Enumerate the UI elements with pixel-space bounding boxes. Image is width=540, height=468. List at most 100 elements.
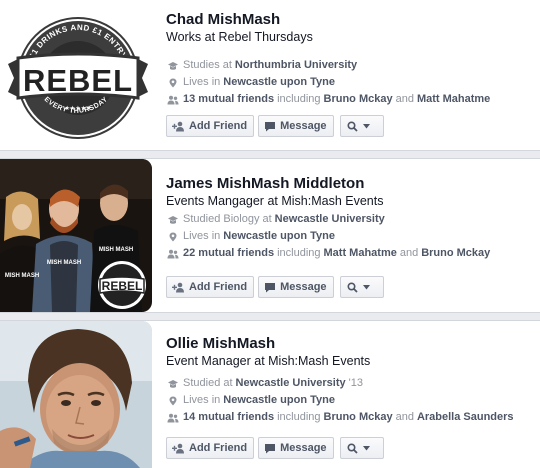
- card-actions: Add Friend Message: [166, 437, 384, 459]
- lives-prefix: Lives in: [183, 230, 221, 242]
- search-options-dropdown[interactable]: [339, 115, 384, 137]
- mutual-and: and: [399, 247, 419, 259]
- search-icon: [347, 120, 358, 132]
- education-place[interactable]: Northumbria University: [235, 59, 357, 71]
- mutual-friend-link[interactable]: Matt Mahatme: [324, 247, 397, 259]
- graduation-cap-icon: [168, 61, 178, 70]
- lives-place[interactable]: Newcastle upon Tyne: [223, 76, 335, 88]
- mutual-friends-fact: 22 mutual friends including Matt Mahatme an…: [166, 245, 536, 262]
- search-options-dropdown[interactable]: [339, 276, 384, 298]
- lives-prefix: Lives in: [183, 394, 221, 406]
- card-actions: Add Friend Message: [166, 276, 384, 298]
- mutual-friend-link[interactable]: Arabella Saunders: [417, 411, 514, 423]
- search-icon: [347, 442, 358, 454]
- education-prefix: Studied at: [183, 377, 233, 389]
- education-fact: Studies at Northumbria University: [166, 57, 536, 74]
- person-name[interactable]: Ollie MishMash: [166, 334, 536, 353]
- person-card: £1 DRINKS AND £1 ENTRY EVERY THURSDAY RE…: [0, 0, 540, 150]
- mutual-friends-fact: 14 mutual friends including Bruno Mckay and…: [166, 409, 536, 426]
- message-button[interactable]: Message: [258, 276, 334, 298]
- shirt-text: MISH MASH: [47, 260, 81, 266]
- lives-place[interactable]: Newcastle upon Tyne: [223, 230, 335, 242]
- person-info: Chad MishMash Works at Rebel Thursdays S…: [166, 10, 536, 108]
- lives-fact: Lives in Newcastle upon Tyne: [166, 74, 536, 91]
- person-work: Works at Rebel Thursdays: [166, 30, 313, 44]
- add-friend-button[interactable]: Add Friend: [166, 437, 255, 459]
- mutual-friend-link[interactable]: Bruno Mckay: [421, 247, 490, 259]
- person-card: MISH MASH MISH MASH MISH MASH REBEL Jame…: [0, 159, 540, 312]
- add-friend-label: Add Friend: [189, 281, 248, 293]
- stars: ★★★★★: [65, 105, 92, 112]
- mutual-and: and: [395, 411, 414, 423]
- mutual-including: including: [277, 411, 321, 423]
- mutual-friend-link[interactable]: Bruno Mckay: [324, 93, 393, 105]
- mutual-friend-link[interactable]: Matt Mahatme: [417, 93, 490, 105]
- message-label: Message: [280, 281, 327, 293]
- mutual-including: including: [277, 247, 321, 259]
- rebel-badge-text: REBEL: [102, 279, 143, 293]
- profile-photo[interactable]: £1 DRINKS AND £1 ENTRY EVERY THURSDAY RE…: [0, 0, 152, 150]
- shirt-text: MISH MASH: [99, 247, 133, 253]
- person-name[interactable]: Chad MishMash: [166, 10, 536, 29]
- person-name[interactable]: James MishMash Middleton: [166, 174, 536, 193]
- mutual-friend-link[interactable]: Bruno Mckay: [324, 411, 393, 423]
- message-button[interactable]: Message: [258, 115, 334, 137]
- message-button[interactable]: Message: [258, 437, 334, 459]
- message-label: Message: [280, 120, 327, 132]
- person-info: James MishMash Middleton Events Mangager…: [166, 174, 536, 262]
- caret-down-icon: [363, 123, 371, 128]
- mutual-count[interactable]: 14 mutual friends: [183, 411, 274, 423]
- card-actions: Add Friend Message: [166, 115, 384, 137]
- add-friend-icon: [172, 282, 184, 292]
- person-card: Ollie MishMash Event Manager at Mish:Mas…: [0, 321, 540, 468]
- add-friend-button[interactable]: Add Friend: [166, 276, 255, 298]
- people-icon: [167, 95, 179, 104]
- mutual-count[interactable]: 22 mutual friends: [183, 247, 274, 259]
- message-bubble-icon: [265, 282, 276, 292]
- graduation-cap-icon: [168, 215, 178, 224]
- message-bubble-icon: [265, 121, 276, 131]
- location-pin-icon: [169, 396, 177, 405]
- profile-photo[interactable]: MISH MASH MISH MASH MISH MASH REBEL: [0, 159, 152, 312]
- people-icon: [167, 249, 179, 258]
- message-bubble-icon: [265, 443, 276, 453]
- add-friend-button[interactable]: Add Friend: [166, 115, 255, 137]
- message-label: Message: [280, 442, 327, 454]
- mutual-including: including: [277, 93, 321, 105]
- rebel-logo-text: REBEL: [23, 63, 133, 98]
- mutual-friends-fact: 13 mutual friends including Bruno Mckay and…: [166, 91, 536, 108]
- search-icon: [347, 281, 358, 293]
- search-options-dropdown[interactable]: [339, 437, 384, 459]
- mutual-and: and: [395, 93, 414, 105]
- card-divider: [0, 312, 540, 321]
- person-info: Ollie MishMash Event Manager at Mish:Mas…: [166, 334, 536, 426]
- people-icon: [167, 413, 179, 422]
- mutual-count[interactable]: 13 mutual friends: [183, 93, 274, 105]
- lives-place[interactable]: Newcastle upon Tyne: [223, 394, 335, 406]
- add-friend-icon: [172, 443, 184, 453]
- add-friend-label: Add Friend: [189, 120, 248, 132]
- education-fact: Studied Biology at Newcastle University: [166, 211, 536, 228]
- person-work: Events Mangager at Mish:Mash Events: [166, 194, 384, 208]
- card-divider: [0, 150, 540, 159]
- graduation-cap-icon: [168, 379, 178, 388]
- education-fact: Studied at Newcastle University '13: [166, 375, 536, 392]
- caret-down-icon: [363, 445, 371, 450]
- education-prefix: Studies at: [183, 59, 232, 71]
- lives-fact: Lives in Newcastle upon Tyne: [166, 392, 536, 409]
- add-friend-icon: [172, 121, 184, 131]
- location-pin-icon: [169, 78, 177, 87]
- education-place[interactable]: Newcastle University: [236, 377, 346, 389]
- profile-photo[interactable]: [0, 321, 152, 468]
- people-you-may-know-list: £1 DRINKS AND £1 ENTRY EVERY THURSDAY RE…: [0, 0, 540, 468]
- lives-fact: Lives in Newcastle upon Tyne: [166, 228, 536, 245]
- caret-down-icon: [363, 284, 371, 289]
- lives-prefix: Lives in: [183, 76, 221, 88]
- location-pin-icon: [169, 232, 177, 241]
- person-work: Event Manager at Mish:Mash Events: [166, 354, 371, 368]
- education-prefix: Studied Biology at: [183, 213, 272, 225]
- shirt-text: MISH MASH: [5, 273, 39, 279]
- education-place[interactable]: Newcastle University: [275, 213, 385, 225]
- add-friend-label: Add Friend: [189, 442, 248, 454]
- education-year: '13: [348, 377, 363, 389]
